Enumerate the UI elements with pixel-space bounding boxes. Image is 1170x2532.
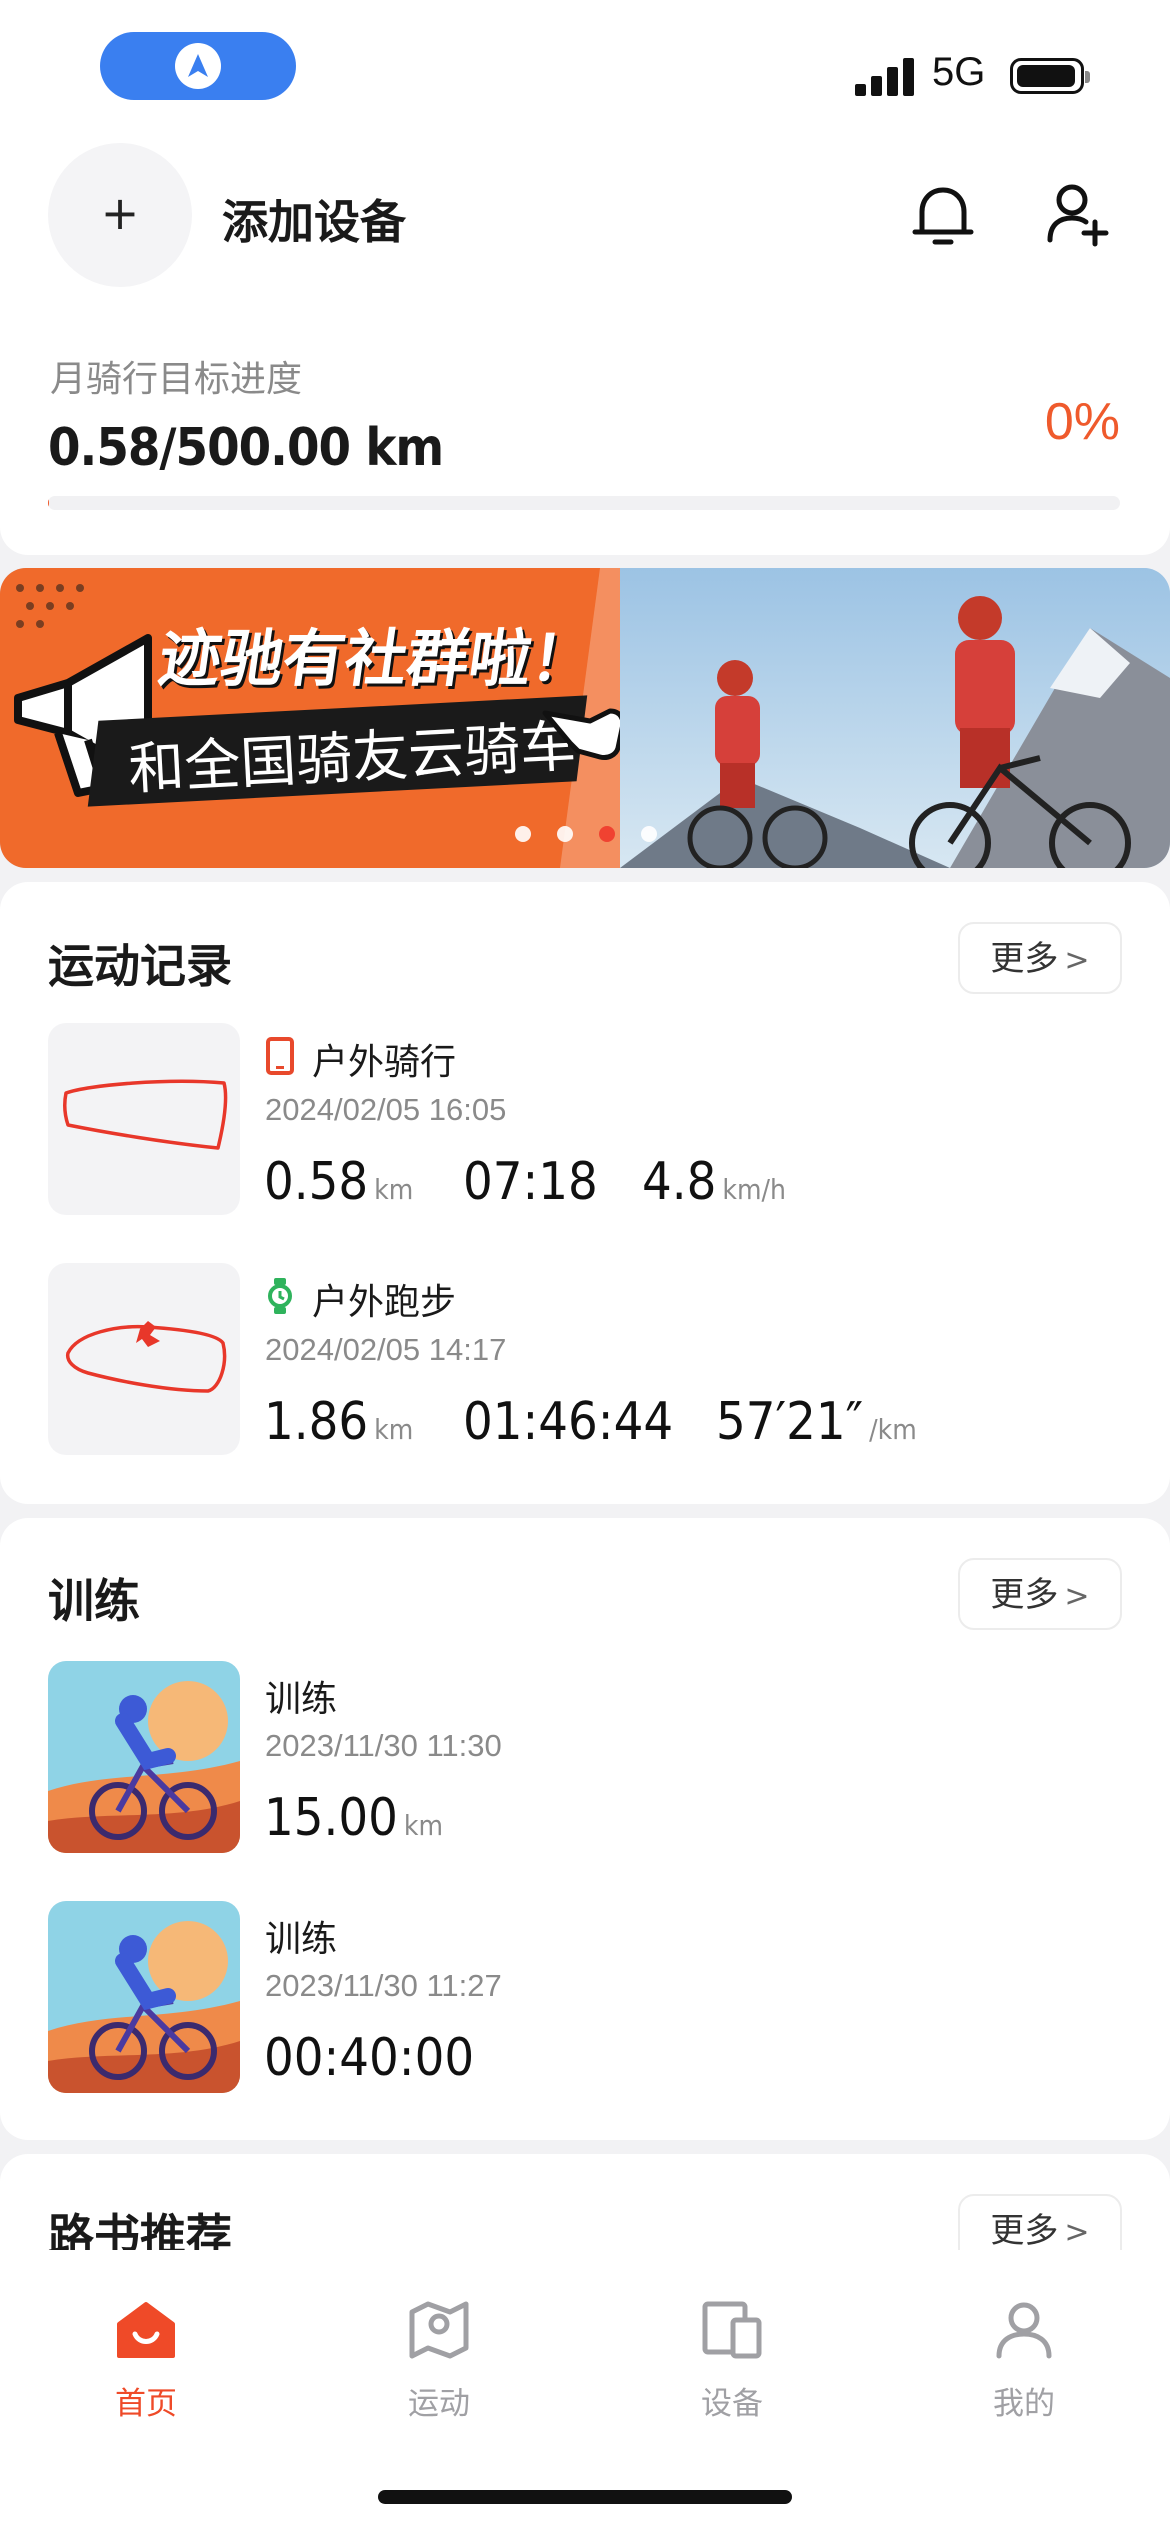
record-pace-value: 57′21″ — [716, 1392, 864, 1452]
add-friend-icon[interactable] — [1045, 180, 1111, 254]
training-duration: 00:40:00 — [264, 2028, 475, 2088]
tab-home-label: 首页 — [115, 2386, 177, 2422]
goal-value: 0.58/500.00 km — [48, 418, 444, 478]
home-indicator[interactable] — [378, 2490, 792, 2504]
chevron-right-icon: > — [1064, 943, 1090, 978]
banner-photo-cyclists — [620, 568, 1170, 868]
goal-percent: 0% — [1044, 393, 1120, 451]
training-distance-unit: km — [403, 1809, 444, 1842]
records-title: 运动记录 — [48, 939, 232, 993]
records-more-button[interactable]: 更多 > — [958, 922, 1122, 994]
records-more-label: 更多 — [990, 939, 1059, 979]
training-title: 训练 — [48, 1574, 140, 1628]
record-distance: 1.86 km — [264, 1392, 413, 1452]
banner-dot[interactable] — [599, 826, 615, 842]
banner-dot[interactable] — [557, 826, 573, 842]
plus-icon: + — [100, 186, 140, 240]
training-more-button[interactable]: 更多 > — [958, 1558, 1122, 1630]
devices-icon — [702, 2301, 762, 2359]
watch-device-icon — [264, 1276, 296, 1320]
record-pace: 57′21″/km — [716, 1392, 917, 1452]
chevron-right-icon: > — [1064, 1579, 1090, 1614]
battery-icon — [1010, 58, 1090, 94]
training-distance-value: 15.00 — [264, 1788, 398, 1848]
record-pace-unit: /km — [869, 1413, 917, 1446]
tab-profile[interactable]: 我的 — [924, 2298, 1124, 2423]
tab-sport-label: 运动 — [408, 2386, 470, 2422]
banner-orange-panel: 迹驰有社群啦！ 和全国骑友云骑车 — [0, 568, 626, 868]
training-name: 训练 — [265, 1679, 338, 1720]
record-type: 户外跑步 — [312, 1282, 457, 1323]
record-type: 户外骑行 — [312, 1042, 457, 1083]
bell-icon[interactable] — [910, 180, 976, 256]
map-icon — [409, 2301, 469, 2359]
tab-devices[interactable]: 设备 — [632, 2298, 832, 2423]
record-speed-unit: km/h — [722, 1173, 786, 1206]
record-distance-unit: km — [374, 1173, 414, 1206]
home-icon — [117, 2302, 175, 2358]
banner-headline: 迹驰有社群啦！ — [154, 622, 599, 695]
tab-home[interactable]: 首页 — [46, 2298, 246, 2423]
tab-profile-label: 我的 — [993, 2386, 1055, 2422]
profile-icon — [996, 2302, 1052, 2359]
routes-more-label: 更多 — [990, 2211, 1059, 2251]
training-date: 2023/11/30 11:27 — [265, 1968, 502, 2003]
goal-progress-fill — [48, 496, 50, 510]
training-thumbnail[interactable] — [48, 1901, 240, 2093]
navigation-arrow-icon — [175, 43, 221, 89]
navigation-status-pill[interactable] — [100, 32, 296, 100]
tab-sport[interactable]: 运动 — [339, 2298, 539, 2423]
record-speed: 4.8 km/h — [642, 1152, 786, 1212]
training-date: 2023/11/30 11:30 — [265, 1728, 502, 1763]
banner-dot[interactable] — [641, 826, 657, 842]
network-type: 5G — [932, 50, 986, 94]
goal-progress-bar — [48, 496, 1120, 510]
add-device-label[interactable]: 添加设备 — [222, 186, 406, 252]
record-distance-unit: km — [374, 1413, 414, 1446]
record-speed-value: 4.8 — [642, 1152, 717, 1212]
training-distance: 15.00 km — [264, 1788, 443, 1848]
banner-pagination — [515, 826, 683, 846]
training-thumbnail[interactable] — [48, 1661, 240, 1853]
training-more-label: 更多 — [990, 1575, 1059, 1615]
record-distance-value: 1.86 — [264, 1392, 369, 1452]
record-duration: 01:46:44 — [463, 1392, 674, 1452]
goal-label: 月骑行目标进度 — [50, 359, 303, 400]
record-duration: 07:18 — [463, 1152, 598, 1212]
tab-devices-label: 设备 — [701, 2386, 763, 2422]
record-distance-value: 0.58 — [264, 1152, 369, 1212]
phone-device-icon — [264, 1036, 296, 1080]
record-distance: 0.58 km — [264, 1152, 413, 1212]
record-route-thumbnail[interactable] — [48, 1263, 240, 1455]
add-device-button[interactable]: + — [48, 143, 192, 287]
record-date: 2024/02/05 16:05 — [265, 1092, 507, 1127]
record-date: 2024/02/05 14:17 — [265, 1332, 507, 1367]
promo-banner[interactable]: 迹驰有社群啦！ 和全国骑友云骑车 — [0, 568, 1170, 868]
record-route-thumbnail[interactable] — [48, 1023, 240, 1215]
pointing-hand-icon — [542, 708, 626, 760]
training-name: 训练 — [265, 1919, 338, 1960]
cellular-signal-icon — [855, 58, 917, 96]
banner-dot[interactable] — [515, 826, 531, 842]
